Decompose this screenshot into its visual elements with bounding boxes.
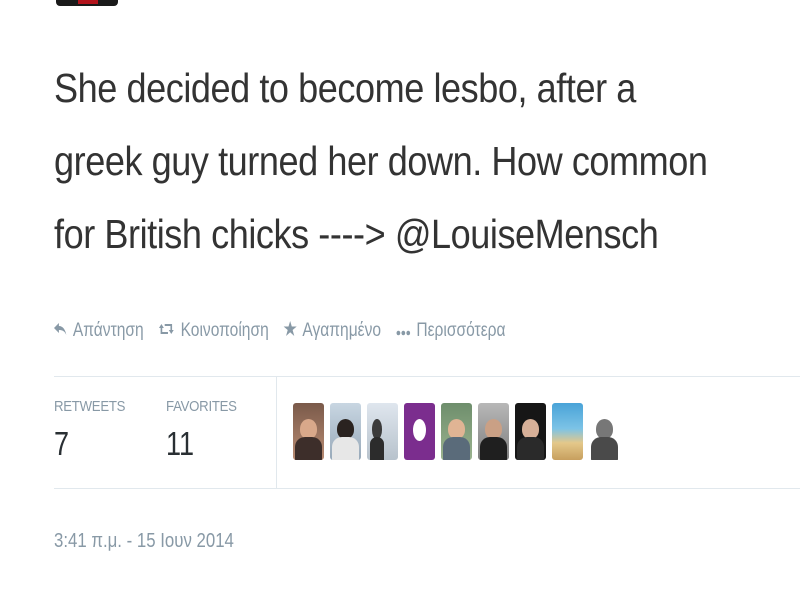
retweet-icon bbox=[158, 321, 175, 341]
author-avatar[interactable] bbox=[56, 0, 118, 6]
divider-top bbox=[54, 376, 800, 377]
retweet-label: Κοινοποίηση bbox=[180, 320, 269, 341]
retweet-button[interactable]: Κοινοποίηση bbox=[158, 320, 269, 342]
reply-label: Απάντηση bbox=[72, 320, 144, 341]
divider-bottom bbox=[54, 488, 800, 489]
avatar[interactable] bbox=[367, 403, 398, 460]
favorite-label: Αγαπημένο bbox=[302, 320, 382, 341]
reply-button[interactable]: Απάντηση bbox=[54, 320, 144, 342]
avatar[interactable] bbox=[478, 403, 509, 460]
favorites-stat[interactable]: FAVORITES 11 bbox=[166, 398, 246, 463]
retweets-stat[interactable]: RETWEETS 7 bbox=[54, 398, 135, 463]
avatar[interactable] bbox=[552, 403, 583, 460]
avatar[interactable] bbox=[515, 403, 546, 460]
more-label: Περισσότερα bbox=[416, 320, 506, 341]
stats-separator bbox=[276, 377, 277, 488]
avatar[interactable] bbox=[589, 403, 620, 460]
favorite-button[interactable]: Αγαπημένο bbox=[283, 320, 382, 342]
more-button[interactable]: Περισσότερα bbox=[396, 320, 506, 342]
avatar[interactable] bbox=[441, 403, 472, 460]
tweet-timestamp[interactable]: 3:41 π.μ. - 15 Ιουν 2014 bbox=[54, 530, 234, 553]
favorites-count: 11 bbox=[166, 425, 195, 462]
avatar[interactable] bbox=[293, 403, 324, 460]
retweets-label: RETWEETS bbox=[54, 398, 126, 415]
retweets-count: 7 bbox=[54, 425, 70, 462]
avatar[interactable] bbox=[404, 403, 435, 460]
more-icon bbox=[396, 321, 411, 341]
tweet-text: She decided to become lesbo, after a gre… bbox=[54, 65, 708, 257]
user-avatars bbox=[293, 403, 626, 460]
reply-icon bbox=[54, 321, 67, 341]
tweet-actions: Απάντηση Κοινοποίηση Αγαπημένο Περισσότε… bbox=[54, 320, 520, 342]
favorites-label: FAVORITES bbox=[166, 398, 237, 415]
avatar[interactable] bbox=[330, 403, 361, 460]
star-icon bbox=[283, 321, 297, 341]
